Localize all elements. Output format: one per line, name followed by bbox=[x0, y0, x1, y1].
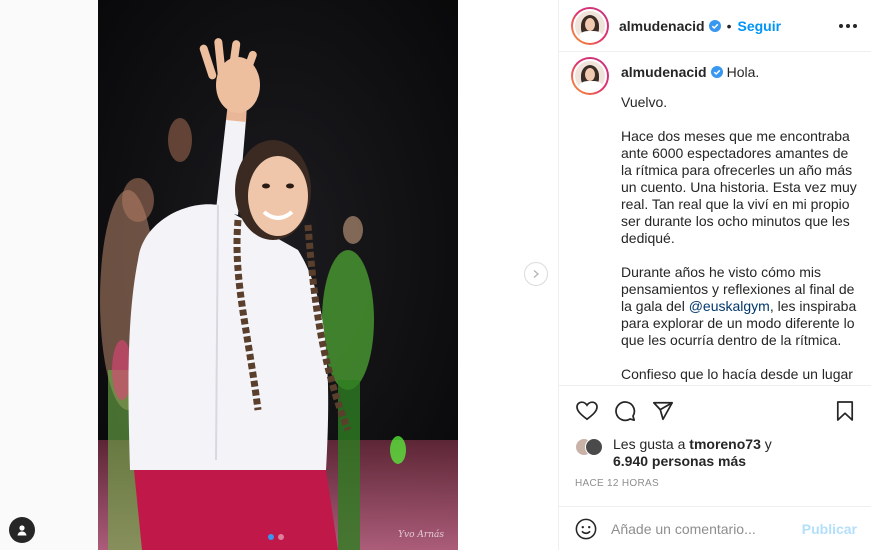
separator: • bbox=[726, 17, 732, 34]
carousel-dot-active bbox=[268, 534, 274, 540]
caption-username[interactable]: almudenacid bbox=[621, 64, 707, 81]
publish-button[interactable]: Publicar bbox=[802, 521, 857, 537]
carousel-dot bbox=[278, 534, 284, 540]
more-icon[interactable] bbox=[839, 18, 857, 34]
action-bar bbox=[559, 385, 871, 435]
avatar[interactable] bbox=[571, 6, 609, 45]
comment-icon[interactable] bbox=[613, 399, 637, 423]
likes-summary: Les gusta a tmoreno73 y 6.940 personas m… bbox=[575, 436, 857, 470]
verified-badge-icon bbox=[708, 19, 721, 32]
liker-avatars[interactable] bbox=[575, 436, 609, 456]
likes-conjunction: y bbox=[764, 436, 772, 452]
mention-link[interactable]: @euskalgym bbox=[689, 298, 770, 314]
photo-watermark: Yvo Arnás bbox=[398, 530, 444, 540]
avatar-image bbox=[573, 8, 607, 43]
post-timestamp[interactable]: HACE 12 HORAS bbox=[575, 478, 659, 489]
heart-icon[interactable] bbox=[575, 399, 599, 423]
page-background bbox=[0, 0, 98, 550]
caption-avatar[interactable] bbox=[571, 57, 609, 95]
bookmark-icon[interactable] bbox=[833, 399, 857, 423]
post-sidebar: almudenacid • Seguir almudenacid Hola. V… bbox=[558, 0, 871, 550]
caption: almudenacid Hola. Vuelvo. Hace dos meses… bbox=[559, 53, 871, 385]
caption-first-line: Hola. bbox=[726, 63, 760, 80]
caption-paragraph: Vuelvo. bbox=[621, 94, 668, 110]
caption-paragraph: Durante años he visto cómo mis pensamien… bbox=[621, 264, 857, 348]
emoji-icon[interactable] bbox=[575, 518, 597, 540]
follow-button[interactable]: Seguir bbox=[738, 18, 782, 34]
avatar bbox=[585, 438, 603, 456]
chevron-right-icon[interactable] bbox=[524, 262, 548, 286]
comment-bar: Publicar bbox=[559, 506, 871, 550]
photo-illustration bbox=[98, 0, 458, 550]
post-photo[interactable]: Yvo Arnás bbox=[98, 0, 458, 550]
comment-input[interactable] bbox=[611, 520, 802, 537]
username[interactable]: almudenacid bbox=[619, 18, 705, 34]
likes-count[interactable]: 6.940 personas más bbox=[613, 453, 746, 469]
avatar-image bbox=[573, 59, 607, 93]
carousel-dots bbox=[268, 534, 284, 540]
likes-prefix: Les gusta a bbox=[613, 436, 686, 452]
profile-icon[interactable] bbox=[9, 517, 35, 543]
verified-badge-icon bbox=[710, 66, 723, 78]
caption-paragraph: Confieso que lo hacía desde un lugar bbox=[621, 366, 853, 382]
post-header: almudenacid • Seguir bbox=[559, 0, 871, 52]
caption-paragraph: Hace dos meses que me encontraba ante 60… bbox=[621, 128, 857, 246]
share-icon[interactable] bbox=[651, 399, 675, 423]
liker-username[interactable]: tmoreno73 bbox=[689, 436, 761, 452]
